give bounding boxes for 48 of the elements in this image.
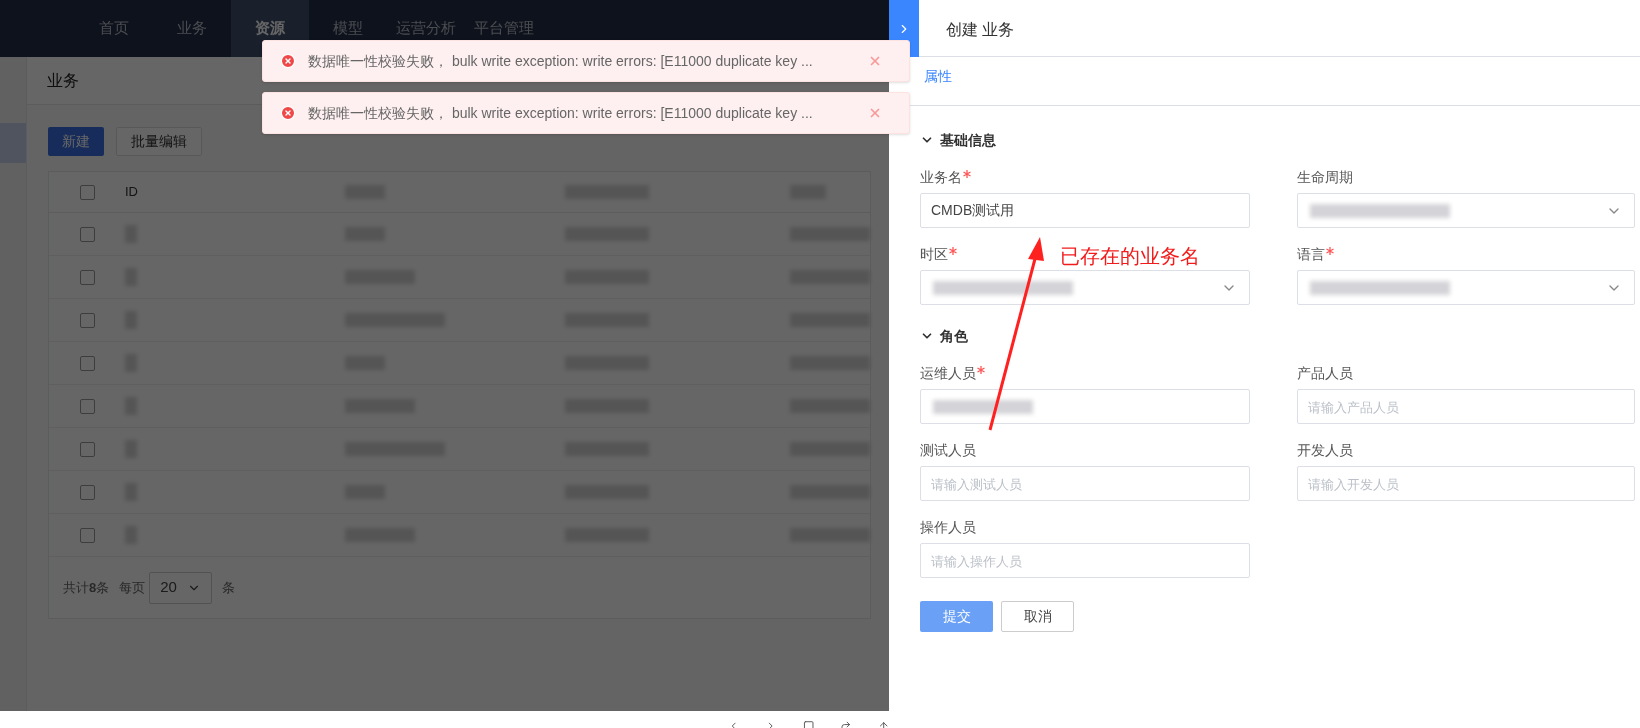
column-header: ID xyxy=(125,183,139,202)
field-label: 运维人员 xyxy=(920,364,976,383)
toast-message: 数据唯一性校验失败， bulk write exception: write errors: [E11000 duplicate key ... xyxy=(308,103,814,123)
select-field[interactable] xyxy=(1297,193,1635,228)
per-page-label: 每页 xyxy=(119,578,146,597)
field-label: 开发人员 xyxy=(1297,441,1353,460)
unit-label: 条 xyxy=(222,578,236,597)
toast-message: 数据唯一性校验失败， bulk write exception: write errors: [E11000 duplicate key ... xyxy=(308,51,814,71)
checkbox[interactable] xyxy=(79,527,95,543)
checkbox[interactable] xyxy=(79,184,95,200)
tab[interactable]: 属性 xyxy=(924,66,952,105)
checkbox[interactable] xyxy=(79,441,95,457)
page-title: 业务 xyxy=(47,70,79,91)
section-header[interactable]: 基础信息 xyxy=(920,130,1635,150)
checkbox[interactable] xyxy=(79,355,95,371)
checkbox[interactable] xyxy=(79,312,95,328)
page-size-select[interactable]: 20 xyxy=(149,571,213,604)
error-icon xyxy=(280,53,296,69)
checkbox[interactable] xyxy=(79,398,95,414)
total-count: 共计8条 xyxy=(63,578,110,597)
select-field[interactable] xyxy=(1297,270,1635,305)
field-label: 测试人员 xyxy=(920,441,976,460)
field-label: 时区 xyxy=(920,245,948,264)
error-icon xyxy=(280,105,296,121)
field-label: 业务名 xyxy=(920,168,962,187)
input-field[interactable]: 请输入操作人员 xyxy=(920,543,1250,578)
form-button[interactable]: 取消 xyxy=(1001,601,1074,632)
input-field[interactable]: 请输入测试人员 xyxy=(920,466,1250,501)
annotation-text: 已存在的业务名 xyxy=(1060,244,1200,269)
input-field[interactable]: CMDB测试用 xyxy=(920,193,1250,228)
toolbar-button[interactable]: 新建 xyxy=(48,127,104,156)
select-field[interactable] xyxy=(920,270,1250,305)
checkbox[interactable] xyxy=(79,226,95,242)
close-icon[interactable] xyxy=(868,106,882,120)
input-field[interactable] xyxy=(920,389,1250,424)
form-button[interactable]: 提交 xyxy=(920,601,993,632)
input-field[interactable]: 请输入开发人员 xyxy=(1297,466,1635,501)
drawer-title: 创建 业务 xyxy=(946,20,1015,40)
input-field[interactable]: 请输入产品人员 xyxy=(1297,389,1635,424)
field-label: 产品人员 xyxy=(1297,364,1353,383)
field-label: 生命周期 xyxy=(1297,168,1353,187)
section-header[interactable]: 角色 xyxy=(920,326,1635,346)
field-label: 操作人员 xyxy=(920,518,976,537)
close-icon[interactable] xyxy=(868,54,882,68)
checkbox[interactable] xyxy=(79,484,95,500)
checkbox[interactable] xyxy=(79,269,95,285)
toolbar-button[interactable]: 批量编辑 xyxy=(116,127,202,156)
field-label: 语言 xyxy=(1297,245,1325,264)
